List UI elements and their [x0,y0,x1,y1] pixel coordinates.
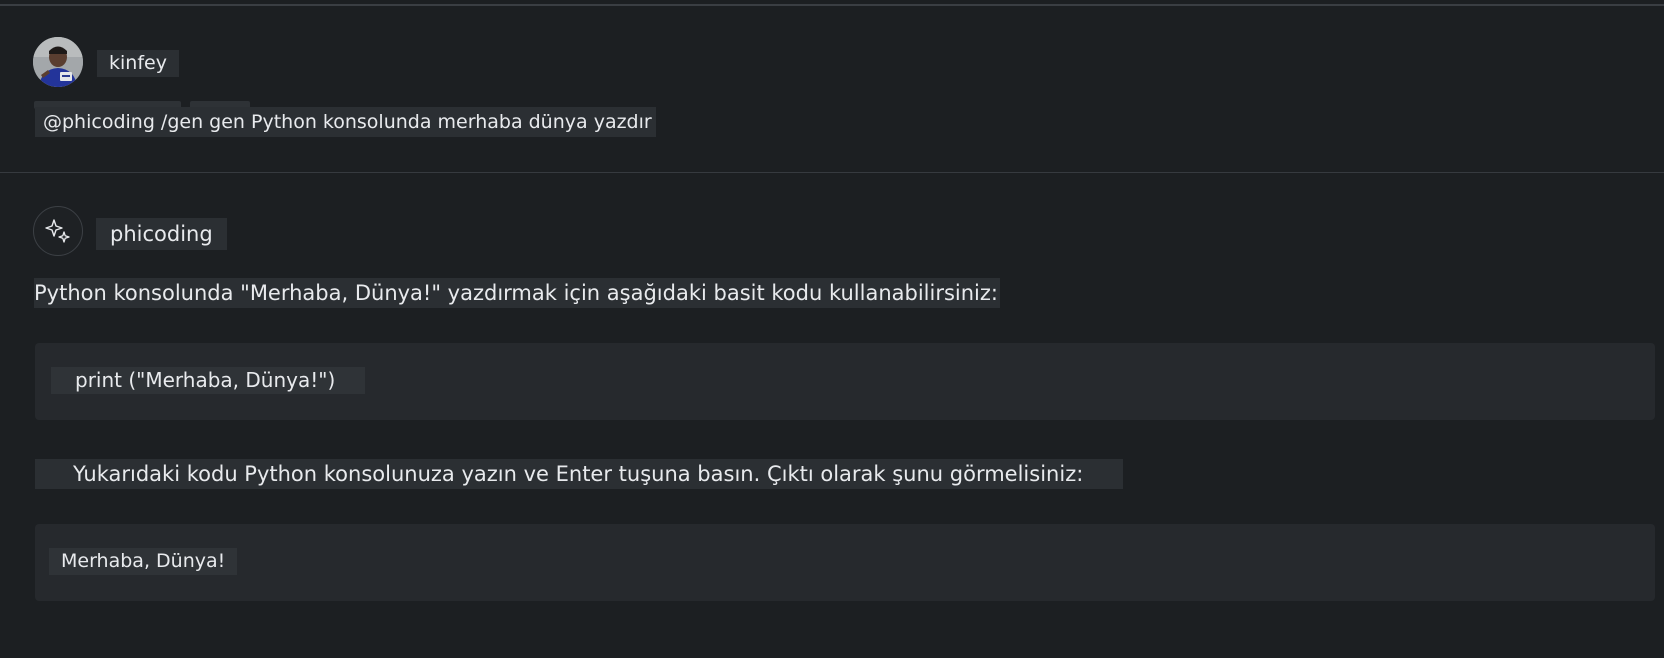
output-block[interactable]: Merhaba, Dünya! [35,524,1655,601]
assistant-name: phicoding [96,218,227,250]
code-block[interactable]: print ("Merhaba, Dünya!") [35,343,1655,420]
user-name: kinfey [97,50,179,77]
assistant-intro-text: Python konsolunda "Merhaba, Dünya!" yazd… [34,278,1000,308]
user-prompt: @phicoding /gen gen Python konsolunda me… [35,107,656,137]
code-line: print ("Merhaba, Dünya!") [51,367,366,394]
user-avatar-photo [33,37,83,87]
sparkle-icon [45,219,70,243]
assistant-instruction-text: Yukarıdaki kodu Python konsolunuza yazın… [35,459,1124,489]
assistant-avatar [33,206,83,256]
message-divider [0,172,1664,173]
user-avatar[interactable] [33,37,83,87]
top-divider [0,4,1664,6]
output-line: Merhaba, Dünya! [49,548,238,575]
